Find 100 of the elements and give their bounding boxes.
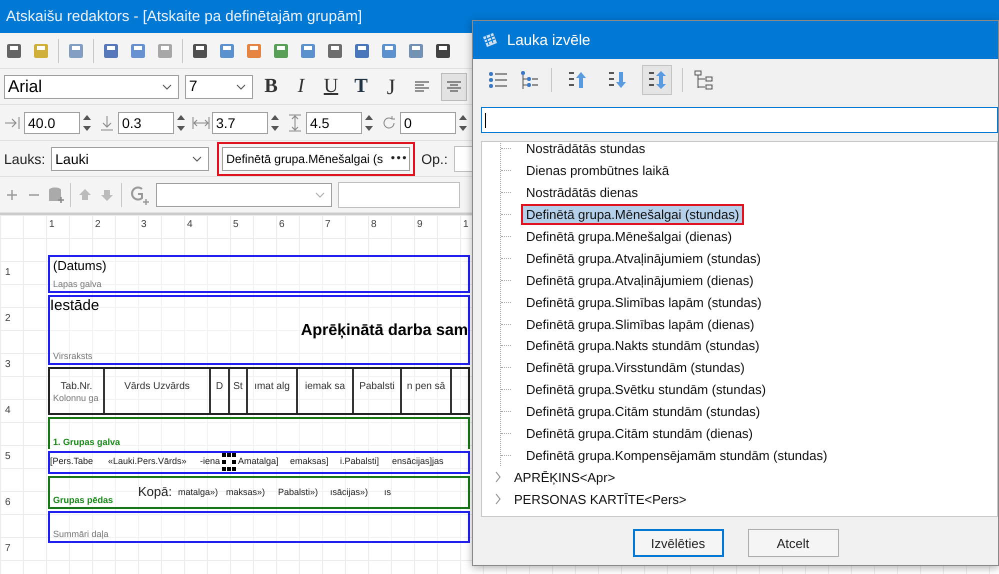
band-label: Summāri daļa (53, 529, 109, 539)
tree-item[interactable]: Nostrādātās stundas (521, 142, 650, 160)
field-label: Lauks: (4, 150, 46, 166)
sort-icon[interactable] (642, 65, 672, 95)
data-field: i.Pabalsti] (340, 456, 392, 466)
ruler-number: 5 (4, 451, 12, 464)
total-field: matalga») (178, 486, 226, 496)
chevron-down-icon[interactable] (162, 84, 172, 90)
data-field: Amatalga] (238, 456, 290, 466)
expand-chevron-icon[interactable] (494, 471, 502, 484)
data-field: [Pers.Tabe (50, 456, 108, 466)
ruler-number: 7 (325, 219, 332, 232)
ruler-number: 6 (279, 219, 286, 232)
tree-item[interactable]: Definētā grupa.Kompensējamām stundām (stundas) (521, 444, 832, 466)
number-field[interactable]: 3.7 (212, 112, 268, 134)
height-arrows-icon (286, 114, 304, 132)
column-header-cell: Pabalsti (354, 369, 402, 413)
tree-item[interactable]: Dienas prombūtnes laikā (521, 160, 674, 182)
band-label: Virsraksts (53, 351, 92, 361)
ruler-number: 9 (417, 219, 424, 232)
ruler-number: 8 (371, 219, 378, 232)
align-center-button[interactable] (441, 72, 467, 100)
tree-item[interactable]: Definētā grupa.Slimības lapām (stundas) (521, 292, 767, 313)
down-arrow-icon (98, 114, 116, 132)
group-field[interactable] (338, 182, 460, 208)
tree-item[interactable]: Definētā grupa.Atvaļinājumiem (dienas) (521, 270, 759, 291)
data-field: -iena (200, 456, 222, 466)
expand-chevron-icon[interactable] (494, 493, 502, 506)
number-field[interactable]: 4.5 (306, 112, 362, 134)
chevron-down-icon[interactable] (192, 156, 202, 162)
ruler-number: 2 (95, 219, 102, 232)
tree-item[interactable]: Definētā grupa.Nakts stundām (stundas) (521, 335, 764, 356)
format-button[interactable]: T (349, 74, 373, 100)
database-add-icon[interactable] (48, 186, 64, 204)
column-header-cell: ımat alg (248, 369, 298, 413)
column-header-cell: iemak sa (298, 369, 354, 413)
ruler-number: 7 (4, 543, 12, 556)
format-button[interactable]: I (289, 74, 313, 100)
band-label: Grupas pēdas (53, 495, 114, 505)
font-family-dropdown[interactable]: Arial (4, 74, 179, 98)
number-field[interactable]: 0.3 (118, 112, 174, 134)
ruler-number: 4 (187, 219, 194, 232)
column-header-band[interactable]: Tab.Nr. Vārds Uzvārds D St ımat alg iemak sa Pabalsti n pen sā Kolonnu ga (48, 367, 470, 415)
grid-logo-icon (481, 31, 499, 49)
cancel-button[interactable]: Atcelt (748, 529, 838, 557)
tree-item[interactable]: Definētā grupa.Slimības lapām (dienas) (521, 314, 760, 335)
band-label: 1. Grupas galva (53, 437, 120, 447)
column-header-cell: D (211, 369, 230, 413)
tree-item[interactable]: Definētā grupa.Citām stundām (stundas) (521, 401, 766, 422)
data-field: ensācijas]jas (392, 456, 458, 466)
format-button[interactable]: B (259, 74, 283, 100)
chevron-down-icon[interactable] (236, 84, 246, 90)
group-header-band[interactable]: 1. Grupas galva (48, 417, 470, 449)
page-header-band[interactable]: (Datums) Lapas galva (48, 255, 470, 293)
ruler-number: 4 (4, 405, 12, 418)
operation-label: Op.: (421, 150, 448, 166)
number-field[interactable]: 0 (400, 112, 456, 134)
data-source-dropdown[interactable]: Lauki (51, 146, 210, 170)
title-band[interactable]: Iestāde Aprēķinātā darba sam Virsraksts (48, 295, 470, 365)
tree-item[interactable]: Definētā grupa.Citām stundām (dienas) (521, 423, 758, 444)
report-text: (Datums) (52, 258, 106, 273)
data-field: «Lauki.Pers.Vārds» (108, 456, 200, 466)
data-band[interactable]: [Pers.Tabe «Lauki.Pers.Vārds» -iena Amatalga] emaksas] i.Pabalsti] ensācijas]jas (48, 451, 470, 474)
ruler-number: 3 (4, 359, 12, 372)
ruler-number: 5 (233, 219, 240, 232)
tree-view-icon[interactable] (693, 69, 715, 91)
column-header-cell: Vārds Uzvārds (105, 369, 211, 413)
total-field: Pabalsti») (278, 486, 330, 496)
ruler-number: 2 (4, 313, 12, 326)
ruler-number: 1 (4, 267, 12, 280)
tree-item[interactable]: Definētā grupa.Virsstundām (stundas) (521, 357, 750, 378)
select-button[interactable]: Izvēlēties (632, 529, 724, 557)
ruler-number: 1 (463, 219, 470, 232)
tree-item[interactable]: Definētā grupa.Mēnešalgai (stundas) (521, 204, 744, 226)
tree-item[interactable]: Definētā grupa.Svētku stundām (stundas) (521, 379, 771, 400)
format-button[interactable]: U (319, 74, 343, 100)
tree-item[interactable]: APRĒĶINS<Apr> (514, 470, 616, 485)
total-field: ısācijas») (330, 486, 384, 496)
report-heading: Aprēķinātā darba sam (300, 322, 468, 340)
ruler-number: 6 (4, 497, 12, 510)
group-dropdown[interactable] (156, 182, 332, 206)
format-button[interactable]: J (379, 74, 403, 100)
add-group-icon[interactable] (128, 184, 150, 206)
font-size-dropdown[interactable]: 7 (185, 74, 253, 98)
dialog-title: Lauka izvēle (507, 32, 590, 48)
tree-item[interactable]: PERSONAS KARTĪTE<Pers> (514, 492, 686, 507)
number-field[interactable]: 40.0 (24, 112, 80, 134)
align-left-icon (414, 80, 430, 94)
report-text: Iestāde (50, 297, 100, 314)
search-field[interactable] (481, 107, 998, 133)
summary-band[interactable]: Summāri daļa (48, 511, 470, 543)
collapse-all-icon[interactable] (519, 69, 541, 91)
tree-item[interactable]: Definētā grupa.Atvaļinājumiem (stundas) (521, 248, 766, 269)
group-footer-band[interactable]: Kopā: matalga») maksas») Pabalsti») ısācijas») ıs Grupas pēdas (48, 476, 470, 509)
expand-all-icon[interactable] (487, 69, 509, 91)
ruler-number: 1 (49, 219, 56, 232)
field-name-field[interactable]: Definētā grupa.Mēnešalgai (s ••• (222, 146, 410, 170)
selection-handles-icon (222, 453, 236, 471)
tree-item[interactable]: Definētā grupa.Mēnešalgai (dienas) (521, 226, 737, 247)
tree-item[interactable]: Nostrādātās dienas (521, 182, 644, 204)
